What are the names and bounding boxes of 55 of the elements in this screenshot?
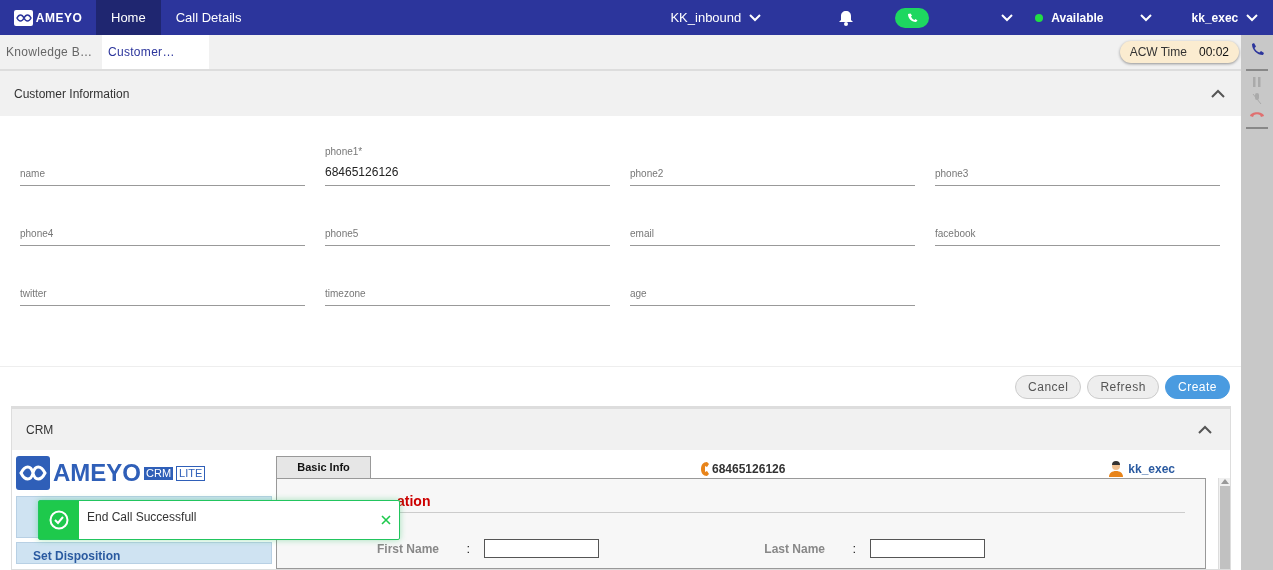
caret-icon[interactable] xyxy=(1139,13,1152,22)
field-label: Last Name xyxy=(763,540,825,558)
person-icon xyxy=(1109,461,1124,477)
nav-tab[interactable]: Home xyxy=(96,0,161,35)
phone-icon[interactable] xyxy=(1250,43,1264,57)
agent-status[interactable]: Available xyxy=(1051,8,1104,27)
caret-icon[interactable] xyxy=(749,13,762,22)
success-icon xyxy=(49,510,69,530)
menu-item[interactable]: Set Disposition xyxy=(16,542,272,564)
logo-icon xyxy=(16,456,50,490)
create-button[interactable]: Create xyxy=(1164,374,1230,399)
acw-time: 00:02 xyxy=(1198,44,1229,61)
logo-tag: CRM xyxy=(144,466,174,480)
logo-text: AMEYO xyxy=(53,461,141,485)
input-field[interactable]: phone5 xyxy=(325,200,610,246)
input-field[interactable]: twitter xyxy=(20,260,305,306)
bell-icon[interactable] xyxy=(839,9,854,26)
section-title: Customer Information xyxy=(14,85,130,103)
section-title: CRM xyxy=(26,421,54,439)
status-dot xyxy=(1035,13,1044,22)
acw-label: ACW Time xyxy=(1129,44,1187,61)
caller-number: 68465126126 xyxy=(712,461,786,478)
collapse-icon[interactable] xyxy=(1211,89,1225,98)
input-field[interactable] xyxy=(870,539,985,559)
field-label: First Name xyxy=(375,540,439,558)
tab[interactable]: Customer… xyxy=(102,35,209,69)
input-field[interactable]: phone4 xyxy=(20,200,305,246)
input-field[interactable]: name xyxy=(20,140,305,186)
colon: : xyxy=(465,540,471,558)
input-field[interactable]: facebook xyxy=(935,200,1220,246)
campaign-selector[interactable]: KK_inbound xyxy=(670,7,742,28)
phone-icon xyxy=(701,462,709,476)
info-tab[interactable]: Basic Info xyxy=(276,456,371,478)
call-button[interactable] xyxy=(895,7,930,28)
logo-text: AMEYO xyxy=(35,9,83,27)
colon: : xyxy=(851,540,857,558)
action-button[interactable]: Refresh xyxy=(1087,374,1159,399)
user-menu[interactable]: kk_exec xyxy=(1191,8,1239,27)
agent-name: kk_exec xyxy=(1128,461,1175,478)
caret-icon[interactable] xyxy=(1001,13,1014,22)
action-button[interactable]: Cancel xyxy=(1015,374,1082,399)
nav-tab[interactable]: Call Details xyxy=(160,0,257,35)
logo-icon xyxy=(13,9,33,26)
logo-tag: LITE xyxy=(176,465,206,481)
toast-message: End Call Successfull xyxy=(87,510,197,524)
input-field[interactable]: timezone xyxy=(325,260,610,306)
scrollbar-thumb[interactable] xyxy=(1219,486,1230,569)
input-field[interactable]: phone2 xyxy=(630,140,915,186)
caret-icon[interactable] xyxy=(1246,13,1259,22)
input-field[interactable]: phone3 xyxy=(935,140,1220,186)
input-field[interactable] xyxy=(484,539,599,559)
input-field[interactable]: phone1* 68465126126 xyxy=(325,140,610,186)
input-field[interactable]: age xyxy=(630,260,915,306)
collapse-icon[interactable] xyxy=(1198,425,1212,434)
input-field[interactable]: email xyxy=(630,200,915,246)
